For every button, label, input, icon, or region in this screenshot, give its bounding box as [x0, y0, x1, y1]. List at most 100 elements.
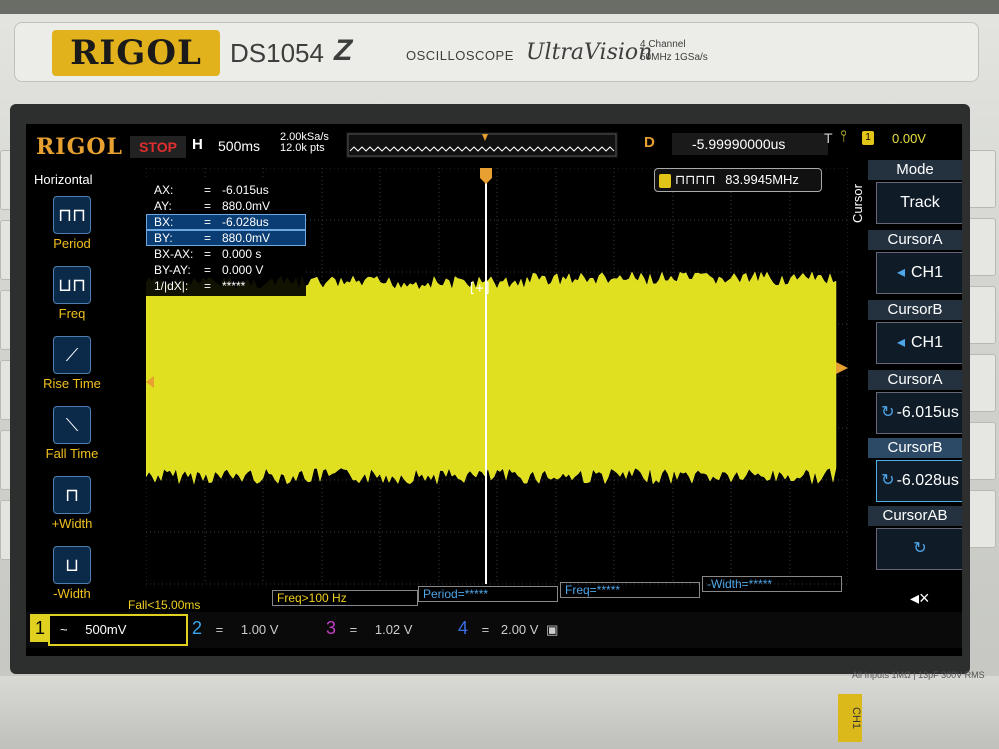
readout-key: BY: — [154, 231, 173, 245]
cursor-ab-title: CursorAB — [868, 506, 962, 526]
channel-bar: 1 ~ 500mV 2 = 1.00 V 3 = 1.02 V 4 = 2.00… — [26, 612, 962, 648]
channel-scale: 2.00 V — [500, 622, 539, 637]
cursor-b-position[interactable]: ↻ -6.028us — [876, 460, 962, 502]
coupling-icon: ~ — [60, 622, 68, 637]
equals-sign: = — [204, 247, 212, 261]
cursor-b-source[interactable]: ◂ CH1 — [876, 322, 962, 364]
counter-source-badge — [659, 173, 671, 188]
cursor-menu: Cursor Mode Track CursorA ◂ CH1 CursorB ◂… — [850, 160, 962, 600]
acquisition-info: 2.00kSa/s 12.0k pts — [280, 132, 329, 154]
softkey[interactable] — [968, 354, 996, 412]
top-shadow-band — [0, 0, 999, 14]
timebase-prefix: H — [192, 136, 203, 153]
ch1-waveform — [146, 271, 837, 485]
fall-time-icon: ⟍ — [53, 406, 91, 444]
cursor-bx-row: BX: = -6.028us — [146, 214, 306, 230]
measure-plus-width-item[interactable]: ⊓ +Width — [30, 476, 114, 531]
freq-icon: ⊔⊓ — [53, 266, 91, 304]
softkey[interactable] — [968, 286, 996, 344]
menu-vertical-label: Cursor — [850, 184, 865, 224]
menu-label: +Width — [51, 516, 93, 531]
menu-label: -Width — [53, 586, 91, 601]
spec-channels: 4 Channel — [640, 39, 686, 50]
equals-sign: = — [204, 183, 212, 197]
channel-1-status[interactable]: 1 ~ 500mV — [30, 614, 188, 646]
menu-title: Horizontal — [34, 172, 93, 187]
frequency-counter: ⊓⊓⊓⊓ 83.9945MHz — [654, 168, 822, 192]
screen-logo: RIGOL — [36, 134, 123, 160]
readout-key: BX: — [154, 215, 174, 229]
device-spec: 4 Channel 50MHz 1GSa/s — [640, 38, 708, 64]
measure-fall: Fall<15.00ms — [128, 598, 201, 612]
channel-2-status[interactable]: 2 = 1.00 V — [192, 614, 312, 642]
device-type: OSCILLOSCOPE — [406, 48, 514, 63]
bandwidth-limit-icon: ▣ — [546, 622, 559, 637]
readout-value: 880.0mV — [222, 199, 271, 213]
measure-freq-item[interactable]: ⊔⊓ Freq — [30, 266, 114, 321]
arrow-left-icon: ◂ — [896, 334, 905, 351]
brand-logo: RIGOL — [52, 30, 220, 76]
coupling-icon: = — [349, 622, 358, 637]
channel-scale: 500mV — [85, 622, 127, 637]
equals-sign: = — [204, 199, 212, 213]
memory-wave — [349, 146, 615, 152]
channel-scale: 1.02 V — [374, 622, 413, 637]
measure-freq-limit: Freq>100 Hz — [272, 590, 418, 606]
channel-number: 3 — [326, 618, 337, 638]
knob-icon: ↻ — [881, 472, 895, 489]
softkey[interactable] — [968, 218, 996, 276]
delay-prefix: D — [644, 134, 655, 151]
cursor-readout-panel: AX: = -6.015us AY: = 880.0mV BX: = -6.028us BY… — [146, 178, 306, 296]
arrow-left-icon: ◂ — [896, 264, 905, 281]
horizontal-delay: -5.99990000us — [672, 133, 828, 155]
cursor-a-source[interactable]: ◂ CH1 — [876, 252, 962, 294]
cursor-ab-control[interactable]: ↻ — [876, 528, 962, 570]
cursor-a-position[interactable]: ↻ -6.015us — [876, 392, 962, 434]
trigger-edge-icon: ⫯ — [840, 128, 847, 145]
period-icon: ⊓⊓ — [53, 196, 91, 234]
readout-key: AX: — [154, 183, 174, 197]
trigger-level: 0.00V — [892, 131, 926, 146]
measure-menu: Horizontal ⊓⊓ Period ⊔⊓ Freq ⟋ Rise Time… — [30, 168, 114, 608]
softkey[interactable] — [968, 422, 996, 480]
equals-sign: = — [204, 215, 212, 229]
menu-label: Rise Time — [43, 376, 101, 391]
speaker-icon[interactable]: ◂× — [910, 588, 930, 609]
readout-value: ***** — [222, 279, 246, 293]
measure-minus-width-item[interactable]: ⊔ -Width — [30, 546, 114, 601]
softkey[interactable] — [968, 150, 996, 208]
model-number: DS1054 — [230, 38, 324, 68]
knob-icon: ↻ — [881, 404, 895, 421]
readout-value: 0.000 s — [222, 247, 262, 261]
menu-label: Fall Time — [45, 446, 99, 461]
softkey[interactable] — [968, 490, 996, 548]
cursor-dx-row: BX-AX: = 0.000 s — [146, 246, 306, 262]
channel-scale: 1.00 V — [240, 622, 279, 637]
readout-key: 1/|dX|: — [154, 279, 189, 293]
source-value: CH1 — [911, 334, 944, 351]
mode-select[interactable]: Track — [876, 182, 962, 224]
cursor-b-title: CursorB — [868, 300, 962, 320]
measure-period-item[interactable]: ⊓⊓ Period — [30, 196, 114, 251]
channel-4-status[interactable]: 4 = 2.00 V ▣ — [458, 614, 578, 642]
trigger-type: T — [824, 130, 833, 146]
coupling-icon: = — [215, 622, 224, 637]
ch1-connector[interactable]: CH1 — [838, 694, 862, 742]
run-stop-status: STOP — [130, 136, 186, 158]
memory-frame — [347, 133, 617, 157]
menu-label: Period — [53, 236, 91, 251]
channel-number: 4 — [458, 618, 469, 638]
channel-3-status[interactable]: 3 = 1.02 V — [326, 614, 446, 642]
channel-number: 1 — [30, 614, 50, 642]
channel-number: 2 — [192, 618, 203, 638]
measure-rise-time-item[interactable]: ⟋ Rise Time — [30, 336, 114, 391]
inputs-rating: All Inputs 1MΩ | 13pF 300V RMS — [852, 670, 985, 680]
readout-value: 880.0mV — [222, 231, 271, 245]
measure-width: -Width=***** — [702, 576, 842, 592]
mode-title: Mode — [868, 160, 962, 180]
equals-sign: = — [204, 231, 212, 245]
cursor-inv-dx-row: 1/|dX|: = ***** — [146, 278, 306, 294]
readout-key: AY: — [154, 199, 172, 213]
measure-fall-time-item[interactable]: ⟍ Fall Time — [30, 406, 114, 461]
readout-value: 0.000 V — [222, 263, 264, 277]
